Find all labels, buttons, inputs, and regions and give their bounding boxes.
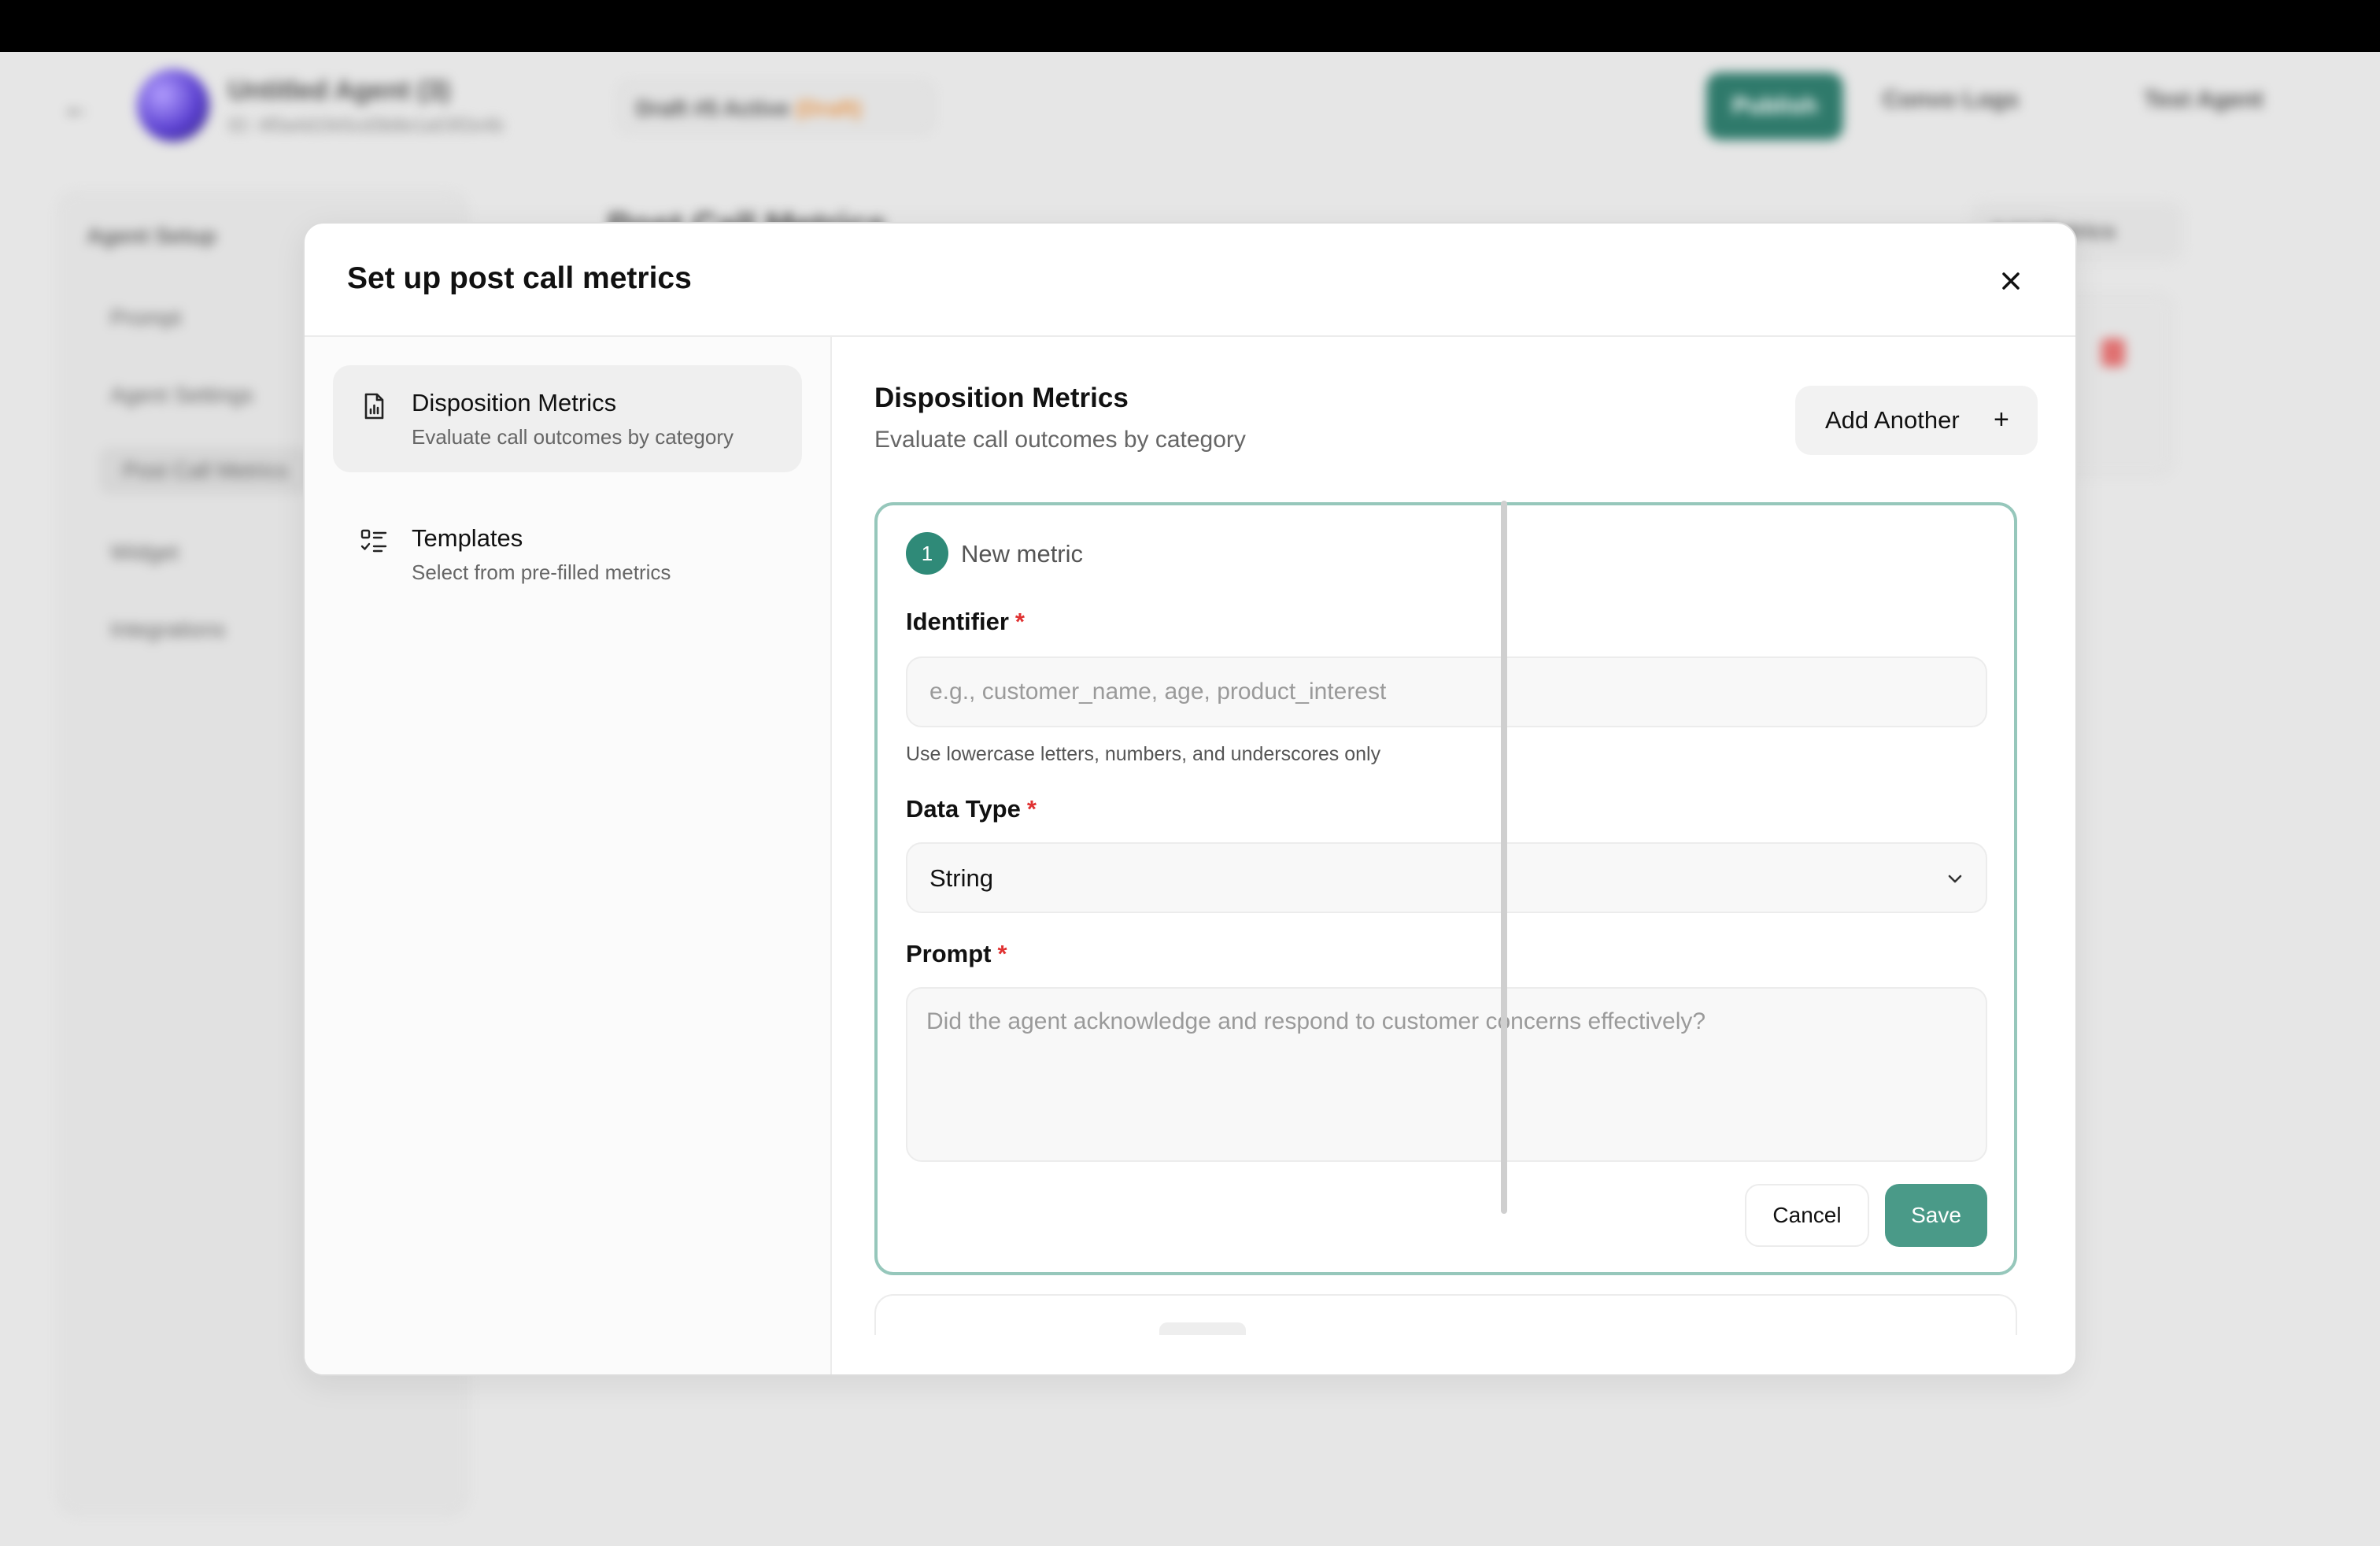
modal-title: Set up post call metrics (347, 261, 692, 295)
prompt-label: Prompt * (906, 940, 1007, 968)
scrollbar-thumb[interactable] (1501, 501, 1507, 1214)
file-chart-icon (360, 392, 388, 420)
agent-name: Untitled Agent (3) (228, 76, 451, 105)
metric-card: 1 New metric Identifier* Use lowercase l… (874, 502, 2017, 1275)
nav-item-disposition-metrics[interactable]: Disposition Metrics Evaluate call outcom… (333, 365, 802, 472)
section-title: Disposition Metrics (874, 383, 1129, 413)
identifier-label: Identifier * (906, 608, 1025, 636)
app-header: ← Untitled Agent (3) ID: 4f0a4d1fe5cd3b8… (0, 52, 2380, 161)
metric-label: New metric (961, 540, 1084, 568)
identifier-label-text: Identifier (906, 608, 1009, 635)
metric-number-badge: 1 (906, 532, 948, 575)
prompt-label-text: Prompt (906, 940, 992, 967)
section-subtitle: Evaluate call outcomes by category (874, 427, 1246, 453)
post-call-metrics-modal: Set up post call metrics Disposition Met… (303, 222, 2077, 1376)
convo-logs-button: Convo Logs (1883, 87, 2020, 113)
agent-avatar (137, 69, 209, 142)
modal-content: Disposition Metrics Evaluate call outcom… (832, 337, 2075, 1374)
prompt-textarea[interactable] (906, 987, 1987, 1162)
back-arrow-icon: ← (63, 93, 90, 123)
sidebar-item-widget: Widget (110, 540, 179, 564)
draft-label: Draft #5 Active (636, 96, 790, 120)
close-icon[interactable] (1993, 263, 2029, 299)
data-type-label: Data Type * (906, 795, 1037, 823)
modal-nav: Disposition Metrics Evaluate call outcom… (305, 337, 832, 1374)
nav-item-title: Disposition Metrics (412, 389, 617, 416)
sidebar-title: Agent Setup (87, 224, 216, 248)
required-mark: * (997, 940, 1007, 967)
identifier-input[interactable] (906, 656, 1987, 727)
required-mark: * (1026, 795, 1037, 823)
cancel-button[interactable]: Cancel (1745, 1184, 1869, 1247)
trash-icon (2101, 338, 2125, 367)
sidebar-item-integrations: Integrations (110, 617, 226, 642)
sidebar-item-agent-settings: Agent Settings (110, 383, 254, 407)
next-metric-card (874, 1294, 2017, 1335)
data-type-select[interactable]: String (906, 842, 1987, 913)
add-another-label: Add Another (1825, 406, 1960, 434)
nav-item-title: Templates (412, 524, 523, 552)
draft-status: (Draft) (795, 96, 862, 120)
save-button[interactable]: Save (1885, 1184, 1987, 1247)
metrics-scroll-area[interactable]: 1 New metric Identifier* Use lowercase l… (874, 502, 2023, 1335)
test-agent-button: Test Agent (2144, 87, 2264, 113)
checklist-icon (360, 527, 388, 556)
nav-item-templates[interactable]: Templates Select from pre-filled metrics (333, 501, 802, 608)
required-mark: * (1014, 608, 1025, 635)
nav-item-subtitle: Evaluate call outcomes by category (412, 425, 734, 449)
plus-icon: + (1994, 405, 2009, 435)
add-another-button[interactable]: Add Another + (1795, 386, 2038, 455)
draft-selector: Draft #5 Active (Draft) (619, 82, 933, 132)
publish-button: Publish (1706, 72, 1843, 140)
identifier-hint: Use lowercase letters, numbers, and unde… (906, 743, 1381, 765)
agent-id: ID: 4f0a4d1fe5cd3b8e1a03f2e4b (228, 115, 504, 136)
nav-item-subtitle: Select from pre-filled metrics (412, 560, 671, 584)
sidebar-item-prompt: Prompt (110, 305, 182, 330)
next-metric-chip (1159, 1322, 1246, 1335)
modal-header: Set up post call metrics (305, 224, 2075, 337)
data-type-value: String (929, 864, 993, 892)
sidebar-item-post-call-metrics: Post Call Metrics (99, 447, 312, 494)
chevron-down-icon (1943, 867, 1967, 891)
data-type-label-text: Data Type (906, 795, 1021, 823)
system-top-bar (0, 0, 2380, 52)
